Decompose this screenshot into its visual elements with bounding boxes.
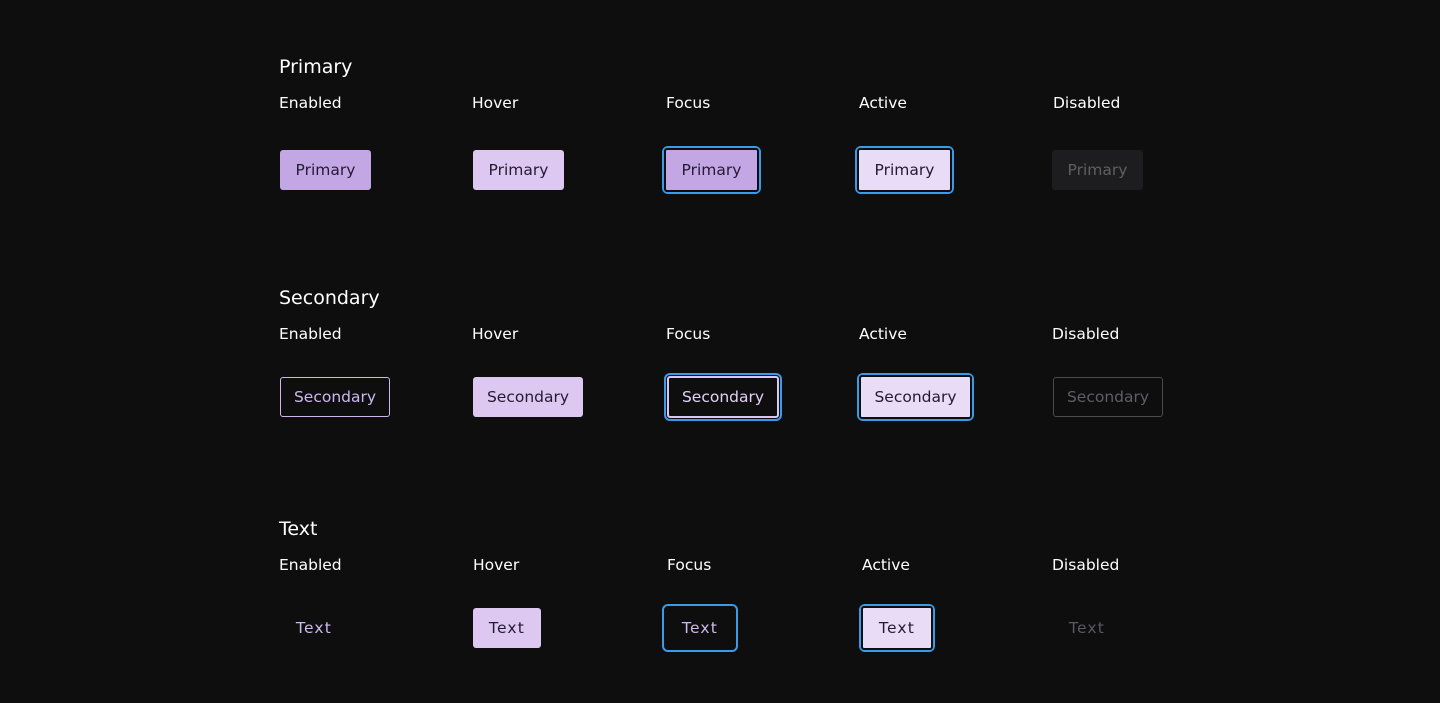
section-title-secondary: Secondary (279, 287, 380, 309)
state-label-disabled: Disabled (1052, 325, 1120, 343)
primary-button-enabled[interactable]: Primary (280, 150, 371, 190)
state-label-focus: Focus (666, 94, 711, 112)
primary-button-active[interactable]: Primary (857, 148, 952, 192)
secondary-button-enabled[interactable]: Secondary (280, 377, 390, 417)
text-button-focus[interactable]: Text (664, 606, 736, 650)
button-states-showcase: Primary Enabled Hover Focus Active Disab… (0, 0, 1440, 703)
text-button-hover[interactable]: Text (473, 608, 541, 648)
text-section: Text Enabled Hover Focus Active Disabled… (279, 516, 1179, 666)
state-label-enabled: Enabled (279, 556, 342, 574)
secondary-button-active[interactable]: Secondary (859, 375, 972, 419)
state-label-disabled: Disabled (1053, 94, 1121, 112)
section-title-text: Text (279, 518, 318, 540)
primary-button-disabled: Primary (1052, 150, 1143, 190)
secondary-button-disabled: Secondary (1053, 377, 1163, 417)
text-button-active[interactable]: Text (861, 606, 933, 650)
section-title-primary: Primary (279, 56, 353, 78)
state-label-hover: Hover (473, 556, 520, 574)
primary-button-focus[interactable]: Primary (664, 148, 759, 192)
state-label-active: Active (859, 94, 907, 112)
state-label-focus: Focus (667, 556, 712, 574)
state-label-enabled: Enabled (279, 94, 342, 112)
secondary-section: Secondary Enabled Hover Focus Active Dis… (279, 285, 1179, 435)
state-label-focus: Focus (666, 325, 711, 343)
state-label-hover: Hover (472, 325, 519, 343)
state-label-active: Active (862, 556, 910, 574)
text-button-enabled[interactable]: Text (280, 608, 348, 648)
primary-button-hover[interactable]: Primary (473, 150, 564, 190)
primary-section: Primary Enabled Hover Focus Active Disab… (279, 54, 1179, 204)
state-label-disabled: Disabled (1052, 556, 1120, 574)
state-label-active: Active (859, 325, 907, 343)
state-label-hover: Hover (472, 94, 519, 112)
secondary-button-focus[interactable]: Secondary (667, 376, 779, 418)
secondary-button-hover[interactable]: Secondary (473, 377, 583, 417)
state-label-enabled: Enabled (279, 325, 342, 343)
text-button-disabled: Text (1053, 608, 1121, 648)
